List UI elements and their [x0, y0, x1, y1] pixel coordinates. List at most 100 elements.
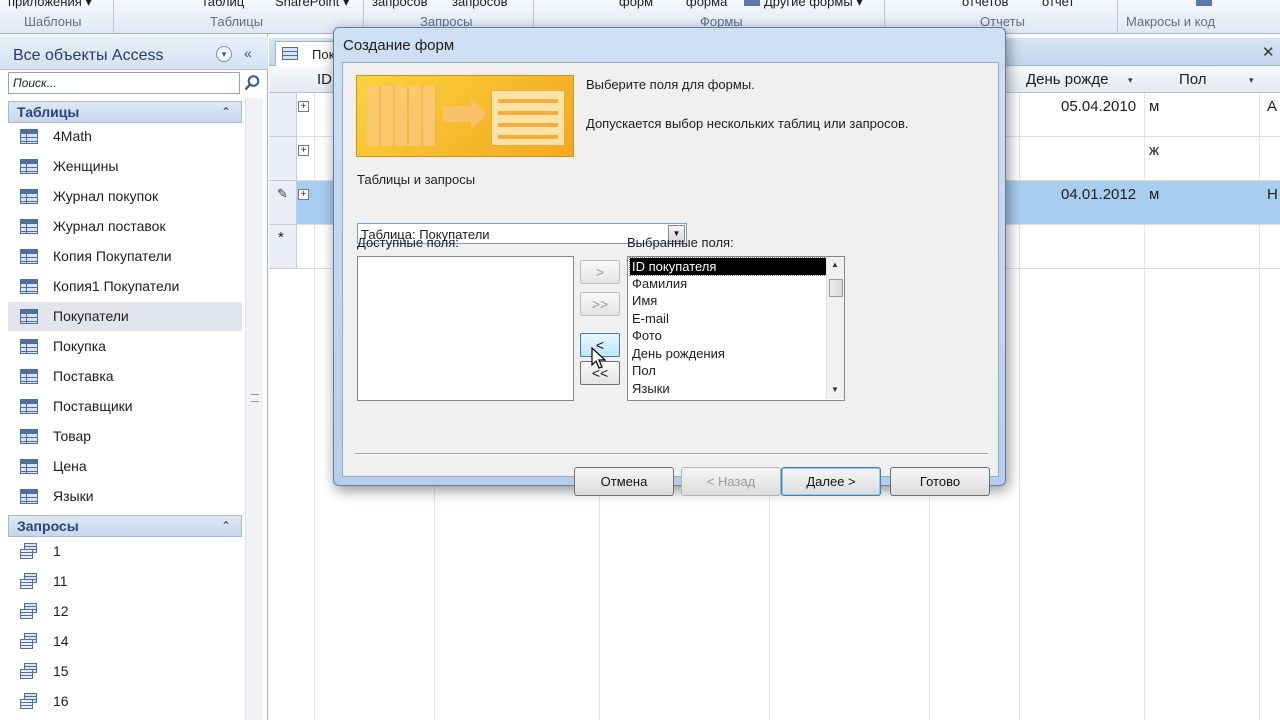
ribbon-form-wizard-button[interactable]: форм — [619, 0, 653, 9]
list-item[interactable]: ID покупателя — [629, 257, 827, 276]
column-header-gender[interactable]: Пол — [1179, 71, 1207, 88]
nav-query-label: 12 — [53, 603, 69, 619]
list-item[interactable]: Языки — [630, 380, 826, 397]
queries-section-label: Запросы — [17, 518, 79, 534]
scroll-up-icon[interactable]: ▲ — [831, 260, 839, 269]
nav-query-1[interactable]: 1 — [8, 537, 242, 566]
row-selector[interactable] — [269, 137, 297, 181]
cancel-button[interactable]: Отмена — [574, 467, 674, 496]
macro-icon — [1196, 0, 1212, 6]
nav-table-customers-copy1[interactable]: Копия1 Покупатели — [8, 272, 242, 301]
navigation-pane-title: Все объекты Access — [13, 47, 164, 64]
ribbon-blank-form-button[interactable]: форма — [686, 0, 727, 9]
nav-table-customers-copy[interactable]: Копия Покупатели — [8, 242, 242, 271]
query-icon — [20, 693, 40, 710]
navigation-scrollbar[interactable] — [245, 98, 263, 720]
nav-query-label: 15 — [53, 663, 69, 679]
ribbon-app-parts-button[interactable]: приложения ▾ — [8, 0, 92, 10]
table-icon — [20, 279, 38, 294]
nav-table-label: Товар — [53, 428, 92, 444]
search-input[interactable]: Поиск... — [8, 72, 240, 94]
nav-query-11[interactable]: 11 — [8, 567, 242, 596]
cell-extra[interactable]: Н — [1267, 186, 1278, 203]
add-all-fields-button[interactable]: >> — [580, 292, 620, 316]
search-icon[interactable] — [243, 74, 261, 92]
collapse-pane-icon[interactable]: « — [244, 45, 252, 61]
expand-icon[interactable]: + — [298, 101, 309, 112]
scroll-grip-icon[interactable] — [251, 394, 259, 402]
collapse-section-icon[interactable]: ⌃ — [221, 519, 231, 533]
ribbon-other-forms-button[interactable]: Другие формы ▾ — [764, 0, 863, 10]
collapse-section-icon[interactable]: ⌃ — [221, 105, 231, 119]
list-item[interactable]: Пол — [630, 362, 826, 379]
ribbon-blank-report-button[interactable]: отчет — [1042, 0, 1074, 9]
nav-table-languages[interactable]: Языки — [8, 482, 242, 511]
list-item[interactable]: Имя — [630, 292, 826, 309]
cell-gender[interactable]: м — [1149, 186, 1159, 203]
next-button[interactable]: Далее > — [781, 467, 881, 496]
ribbon-query-design-button[interactable]: запросов — [452, 0, 507, 9]
available-fields-list[interactable] — [357, 256, 574, 401]
nav-table-4math[interactable]: 4Math — [8, 122, 242, 151]
nav-table-women[interactable]: Женщины — [8, 152, 242, 181]
nav-query-14[interactable]: 14 — [8, 627, 242, 656]
cell-extra[interactable]: А — [1267, 98, 1277, 115]
dialog-title: Создание форм — [343, 37, 455, 54]
cell-gender[interactable]: ж — [1149, 142, 1159, 159]
column-header-birthday[interactable]: День рожде — [1026, 71, 1108, 88]
nav-table-purchase-log[interactable]: Журнал покупок — [8, 182, 242, 211]
cell-gender[interactable]: м — [1149, 98, 1159, 115]
expand-icon[interactable]: + — [298, 189, 309, 200]
table-icon — [20, 159, 38, 174]
nav-table-suppliers[interactable]: Поставщики — [8, 392, 242, 421]
nav-query-12[interactable]: 12 — [8, 597, 242, 626]
nav-query-15[interactable]: 15 — [8, 657, 242, 686]
query-icon — [20, 543, 40, 560]
ribbon-table-button[interactable]: таблиц — [202, 0, 244, 9]
queries-section-header[interactable]: Запросы ⌃ — [8, 515, 242, 537]
sort-filter-icon[interactable]: ▾ — [1249, 75, 1254, 86]
scroll-down-icon[interactable]: ▼ — [831, 385, 839, 394]
dialog-separator — [355, 453, 988, 455]
table-icon — [20, 309, 38, 324]
back-button[interactable]: < Назад — [681, 467, 781, 496]
query-icon — [20, 633, 40, 650]
nav-table-goods[interactable]: Товар — [8, 422, 242, 451]
finish-button[interactable]: Готово — [890, 467, 990, 496]
nav-table-label: Журнал покупок — [53, 188, 159, 204]
chevron-down-icon[interactable]: ▾ — [216, 46, 232, 62]
ribbon-sharepoint-button[interactable]: SharePoint ▾ — [275, 0, 349, 10]
nav-table-supply[interactable]: Поставка — [8, 362, 242, 391]
tables-section-header[interactable]: Таблицы ⌃ — [8, 101, 242, 123]
ribbon-report-wizard-button[interactable]: отчетов — [962, 0, 1008, 9]
table-icon — [20, 399, 38, 414]
sort-filter-icon[interactable]: ▾ — [1128, 75, 1133, 86]
source-label: Таблицы и запросы — [357, 172, 476, 187]
list-item[interactable]: Фамилия — [630, 275, 826, 292]
nav-table-customers[interactable]: Покупатели — [8, 302, 242, 331]
list-item[interactable]: E-mail — [630, 310, 826, 327]
nav-query-16[interactable]: 16 — [8, 687, 242, 716]
nav-table-label: Цена — [53, 458, 87, 474]
selected-fields-list[interactable]: ID покупателя Фамилия Имя E-mail Фото Де… — [627, 256, 845, 401]
nav-table-price[interactable]: Цена — [8, 452, 242, 481]
list-item[interactable]: Фото — [630, 327, 826, 344]
expand-icon[interactable]: + — [298, 145, 309, 156]
ribbon-query-wizard-button[interactable]: запросов — [372, 0, 427, 9]
row-selector[interactable] — [269, 93, 297, 137]
list-scrollbar[interactable]: ▲ ▼ — [826, 257, 844, 399]
scroll-thumb[interactable] — [829, 279, 843, 297]
nav-table-supply-log[interactable]: Журнал поставок — [8, 212, 242, 241]
cell-birthday[interactable]: 05.04.2010 — [1061, 98, 1136, 115]
query-icon — [20, 663, 40, 680]
table-icon — [20, 219, 38, 234]
add-field-button[interactable]: > — [580, 260, 620, 284]
table-icon — [282, 47, 298, 60]
navigation-pane-header[interactable]: Все объекты Access ▾ « — [0, 36, 268, 70]
cell-birthday[interactable]: 04.01.2012 — [1061, 186, 1136, 203]
nav-table-purchase[interactable]: Покупка — [8, 332, 242, 361]
column-header-id[interactable]: ID — [317, 71, 332, 88]
nav-query-label: 16 — [53, 693, 69, 709]
close-icon[interactable]: ✕ — [1262, 43, 1275, 61]
list-item[interactable]: День рождения — [630, 345, 826, 362]
